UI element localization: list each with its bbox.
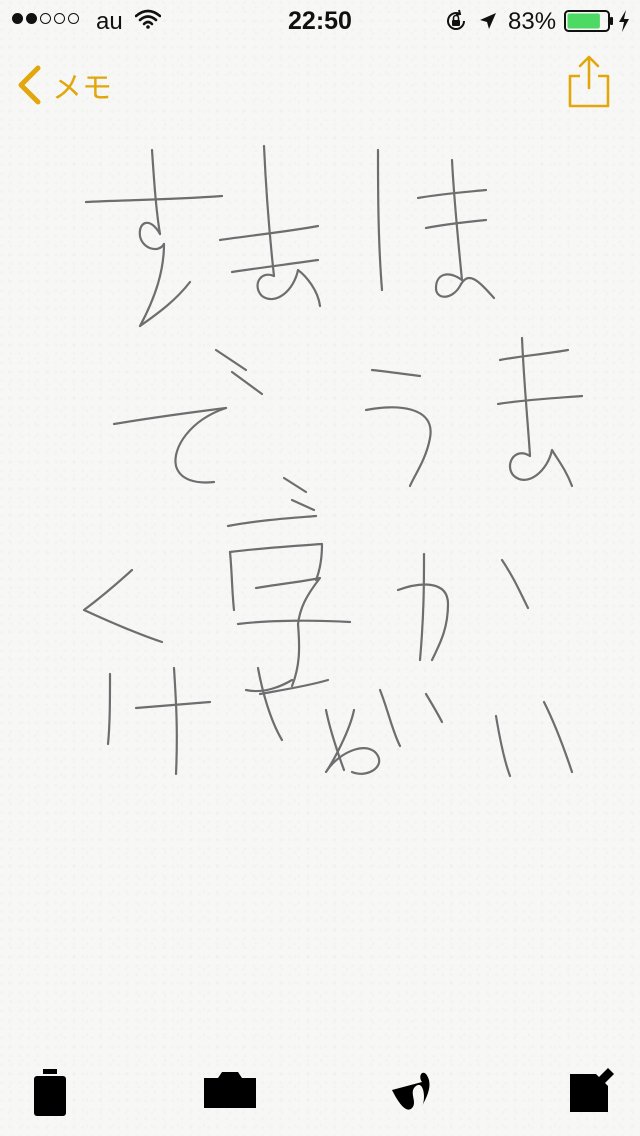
sketch-button[interactable] <box>388 1062 440 1116</box>
trash-button[interactable] <box>28 1064 72 1120</box>
status-bar: au 22:50 83% <box>0 0 640 40</box>
compose-icon <box>570 1068 614 1112</box>
notes-screen: au 22:50 83% メモ <box>0 0 640 1136</box>
trash-icon <box>34 1069 66 1116</box>
camera-icon <box>204 1072 256 1108</box>
rotation-lock-icon <box>447 9 465 30</box>
back-button[interactable]: メモ <box>16 60 112 110</box>
battery-level <box>567 13 600 29</box>
bottom-toolbar <box>0 1056 640 1136</box>
camera-button[interactable] <box>200 1068 260 1112</box>
charging-bolt-icon <box>619 10 629 32</box>
chevron-left-icon <box>18 65 41 105</box>
location-arrow-icon <box>480 13 496 29</box>
back-label: メモ <box>52 71 112 106</box>
compose-button[interactable] <box>566 1064 616 1116</box>
share-icon <box>568 55 610 108</box>
sketch-icon <box>392 1072 430 1110</box>
battery-icon <box>564 10 613 32</box>
share-button[interactable] <box>564 54 614 110</box>
handwritten-sketch[interactable] <box>0 120 640 820</box>
battery-percentage: 83% <box>508 8 557 35</box>
